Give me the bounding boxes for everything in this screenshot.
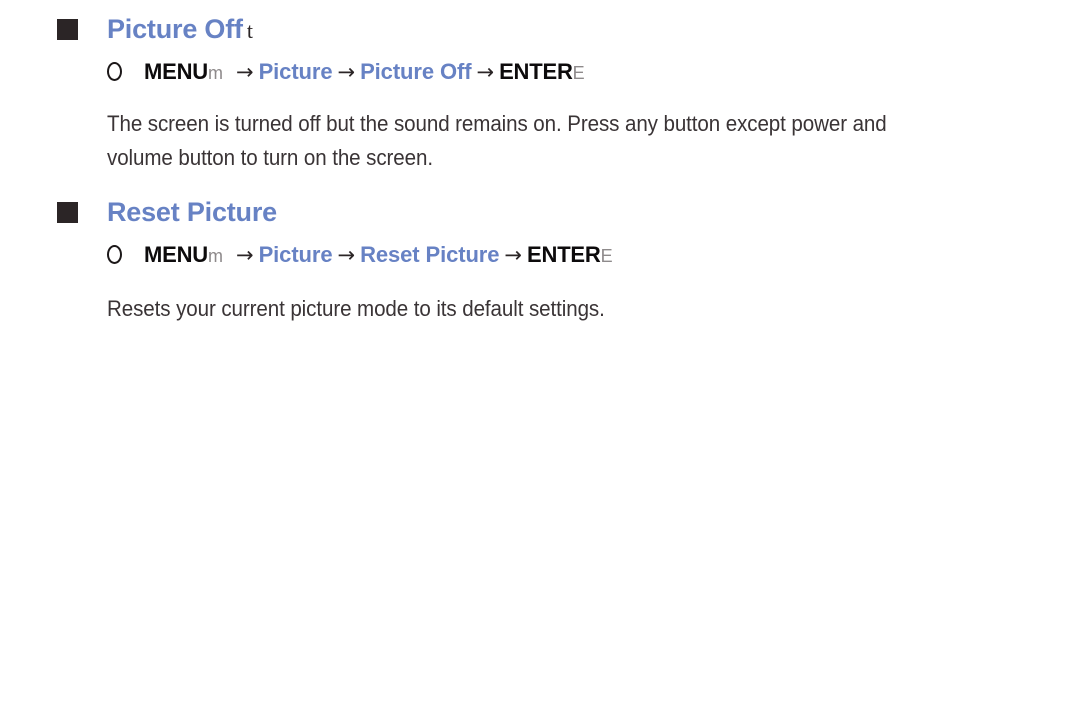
hollow-circle-bullet-icon bbox=[107, 245, 122, 264]
section-heading-row: Reset Picture bbox=[0, 191, 1080, 233]
arrow-right-icon: → bbox=[337, 60, 356, 84]
page-title: Reset Picture bbox=[107, 191, 281, 235]
enter-button-label: ENTER bbox=[499, 59, 573, 84]
menu-path-row: MENUm → Picture → Picture Off → ENTERE bbox=[0, 52, 1080, 92]
heading-key-glyph-icon: t bbox=[246, 18, 253, 43]
arrow-right-icon: → bbox=[337, 243, 356, 267]
heading-label: Reset Picture bbox=[107, 197, 277, 227]
arrow-right-icon: → bbox=[235, 60, 254, 84]
heading-key-glyph-icon bbox=[277, 201, 281, 226]
menu-path-step-1: Picture bbox=[258, 242, 333, 267]
hollow-circle-bullet-icon bbox=[107, 62, 122, 81]
menu-key-glyph-icon: m bbox=[207, 246, 223, 266]
menu-path-row: MENUm → Picture → Reset Picture → ENTERE bbox=[0, 235, 1080, 275]
menu-button-label: MENU bbox=[144, 242, 208, 267]
menu-path-breadcrumb: MENUm → Picture → Picture Off → ENTERE bbox=[144, 52, 585, 93]
menu-path-step-2: Reset Picture bbox=[360, 242, 500, 267]
arrow-right-icon: → bbox=[476, 60, 495, 84]
heading-label: Picture Off bbox=[107, 14, 243, 44]
section-body-text: Resets your current picture mode to its … bbox=[107, 292, 930, 326]
section-picture-off: Picture Off t MENUm → Picture → Picture Off → E… bbox=[0, 8, 1080, 92]
filled-square-bullet-icon bbox=[57, 19, 78, 40]
section-body-text: The screen is turned off but the sound r… bbox=[107, 107, 930, 175]
menu-path-step-2: Picture Off bbox=[360, 59, 472, 84]
page-title: Picture Off t bbox=[107, 8, 253, 52]
menu-key-glyph-icon: m bbox=[207, 63, 223, 83]
enter-key-glyph-icon: E bbox=[600, 246, 613, 266]
arrow-right-icon: → bbox=[504, 243, 523, 267]
menu-path-step-1: Picture bbox=[258, 59, 333, 84]
section-reset-picture: Reset Picture MENUm → Picture → Reset Pictur… bbox=[0, 191, 1080, 275]
arrow-right-icon: → bbox=[235, 243, 254, 267]
filled-square-bullet-icon bbox=[57, 202, 78, 223]
enter-button-label: ENTER bbox=[527, 242, 601, 267]
menu-path-breadcrumb: MENUm → Picture → Reset Picture → ENTERE bbox=[144, 235, 613, 276]
manual-page: Picture Off t MENUm → Picture → Picture Off → E… bbox=[0, 0, 1080, 705]
menu-button-label: MENU bbox=[144, 59, 208, 84]
section-heading-row: Picture Off t bbox=[0, 8, 1080, 50]
enter-key-glyph-icon: E bbox=[572, 63, 585, 83]
body-paragraph: The screen is turned off but the sound r… bbox=[107, 111, 887, 170]
body-paragraph: Resets your current picture mode to its … bbox=[107, 296, 605, 321]
